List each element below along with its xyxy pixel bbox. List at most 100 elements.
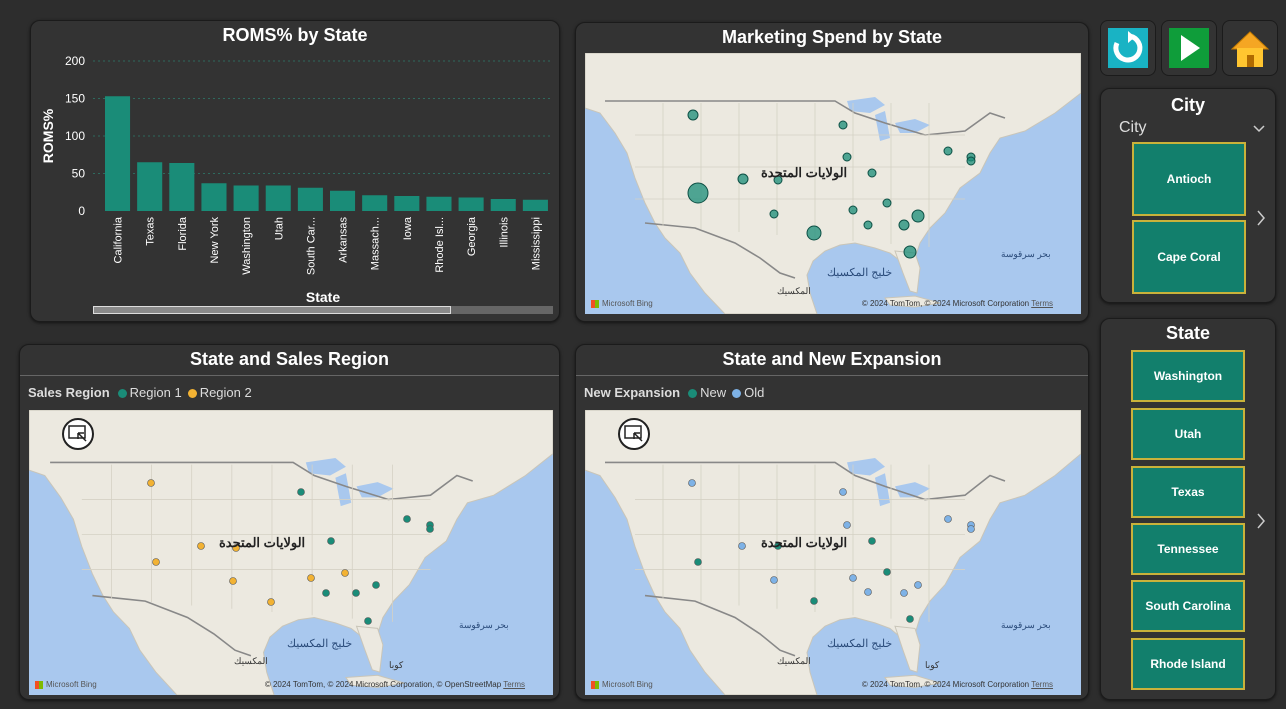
city-dropdown[interactable]: City xyxy=(1119,119,1265,139)
legend-item-old[interactable]: Old xyxy=(732,385,764,400)
bar[interactable] xyxy=(105,96,131,211)
expansion-map[interactable]: الولايات المتحدة خليج المكسيك المكسيك كو… xyxy=(585,410,1081,695)
map-point[interactable] xyxy=(688,479,696,487)
bar[interactable] xyxy=(137,162,163,211)
focus-mode-button[interactable] xyxy=(618,418,650,450)
map-point[interactable] xyxy=(147,479,155,487)
terms-link[interactable]: Terms xyxy=(1031,299,1053,308)
bing-logo: Microsoft Bing xyxy=(591,680,653,689)
bar[interactable] xyxy=(330,190,356,211)
state-tile-tennessee[interactable]: Tennessee xyxy=(1131,523,1245,575)
map-point[interactable] xyxy=(372,581,380,589)
bar[interactable] xyxy=(297,187,323,211)
bar[interactable] xyxy=(265,185,291,212)
map-point[interactable] xyxy=(914,581,922,589)
city-tile-antioch[interactable]: Antioch xyxy=(1132,142,1246,216)
chevron-right-icon[interactable] xyxy=(1256,210,1266,226)
map-bubble[interactable] xyxy=(863,220,873,230)
focus-mode-button[interactable] xyxy=(62,418,94,450)
map-bubble[interactable] xyxy=(769,209,779,219)
state-tile-utah[interactable]: Utah xyxy=(1131,408,1245,460)
gulf-label: خليج المكسيك xyxy=(827,267,893,279)
state-tile-texas[interactable]: Texas xyxy=(1131,466,1245,518)
terms-link[interactable]: Terms xyxy=(503,680,525,689)
map-point[interactable] xyxy=(426,525,434,533)
map-bubble[interactable] xyxy=(882,198,892,208)
bar[interactable] xyxy=(169,163,195,211)
map-bubble[interactable] xyxy=(911,209,925,223)
bar[interactable] xyxy=(522,199,548,211)
play-button[interactable] xyxy=(1161,20,1217,76)
map-point[interactable] xyxy=(694,558,702,566)
bar[interactable] xyxy=(233,185,259,212)
map-bubble[interactable] xyxy=(867,168,877,178)
city-tile-cape-coral[interactable]: Cape Coral xyxy=(1132,220,1246,294)
map-bubble[interactable] xyxy=(687,182,709,204)
region-map[interactable]: الولايات المتحدة خليج المكسيك المكسيك كو… xyxy=(29,410,553,695)
state-tile-south-carolina[interactable]: South Carolina xyxy=(1131,580,1245,632)
map-point[interactable] xyxy=(229,577,237,585)
refresh-button[interactable] xyxy=(1100,20,1156,76)
expansion-map-title: State and New Expansion xyxy=(722,349,942,369)
map-bubble[interactable] xyxy=(903,245,917,259)
map-point[interactable] xyxy=(849,574,857,582)
map-copyright: © 2024 TomTom, © 2024 Microsoft Corporat… xyxy=(861,680,1053,689)
map-point[interactable] xyxy=(738,542,746,550)
chart-scrollbar-thumb[interactable] xyxy=(93,306,451,314)
map-point[interactable] xyxy=(883,568,891,576)
map-point[interactable] xyxy=(352,589,360,597)
bar[interactable] xyxy=(394,196,420,211)
x-tick-label: Arkansas xyxy=(338,217,350,263)
map-point[interactable] xyxy=(967,525,975,533)
region-legend: Sales Region Region 1 Region 2 xyxy=(28,385,252,400)
map-bubble[interactable] xyxy=(898,219,910,231)
bar[interactable] xyxy=(490,199,516,211)
map-bubble[interactable] xyxy=(943,146,953,156)
map-point[interactable] xyxy=(843,521,851,529)
map-bubble[interactable] xyxy=(842,152,852,162)
terms-link[interactable]: Terms xyxy=(1031,680,1053,689)
map-point[interactable] xyxy=(297,488,305,496)
map-point[interactable] xyxy=(267,598,275,606)
bar[interactable] xyxy=(201,183,227,211)
map-point[interactable] xyxy=(307,574,315,582)
map-bubble[interactable] xyxy=(966,156,976,166)
marketing-map-title: Marketing Spend by State xyxy=(721,27,943,47)
map-point[interactable] xyxy=(900,589,908,597)
legend-item-region-1[interactable]: Region 1 xyxy=(117,385,182,400)
map-point[interactable] xyxy=(944,515,952,523)
map-point[interactable] xyxy=(152,558,160,566)
map-point[interactable] xyxy=(868,537,876,545)
map-bubble[interactable] xyxy=(687,109,699,121)
region-map-title: State and Sales Region xyxy=(189,349,390,369)
state-tile-washington[interactable]: Washington xyxy=(1131,350,1245,402)
map-bubble[interactable] xyxy=(838,120,848,130)
chevron-right-icon[interactable] xyxy=(1256,513,1266,529)
map-bubble[interactable] xyxy=(848,205,858,215)
map-point[interactable] xyxy=(327,537,335,545)
chart-scrollbar[interactable] xyxy=(93,306,553,314)
y-tick-label: 200 xyxy=(65,54,85,68)
bar[interactable] xyxy=(426,196,452,211)
map-bubble[interactable] xyxy=(737,173,749,185)
legend-item-region-2[interactable]: Region 2 xyxy=(187,385,252,400)
map-point[interactable] xyxy=(770,576,778,584)
map-bubble[interactable] xyxy=(806,225,822,241)
map-point[interactable] xyxy=(403,515,411,523)
city-slicer-title: City xyxy=(1170,95,1205,115)
map-point[interactable] xyxy=(839,488,847,496)
bar[interactable] xyxy=(458,197,484,212)
map-point[interactable] xyxy=(810,597,818,605)
map-point[interactable] xyxy=(322,589,330,597)
map-point[interactable] xyxy=(906,615,914,623)
home-button[interactable] xyxy=(1222,20,1278,76)
bar[interactable] xyxy=(362,195,388,211)
map-point[interactable] xyxy=(197,542,205,550)
map-point[interactable] xyxy=(364,617,372,625)
marketing-map[interactable]: الولايات المتحدة خليج المكسيك المكسيك بح… xyxy=(585,53,1081,314)
title-divider xyxy=(576,375,1088,376)
state-tile-rhode-island[interactable]: Rhode Island xyxy=(1131,638,1245,690)
legend-item-new[interactable]: New xyxy=(688,385,726,400)
map-point[interactable] xyxy=(341,569,349,577)
map-point[interactable] xyxy=(864,588,872,596)
